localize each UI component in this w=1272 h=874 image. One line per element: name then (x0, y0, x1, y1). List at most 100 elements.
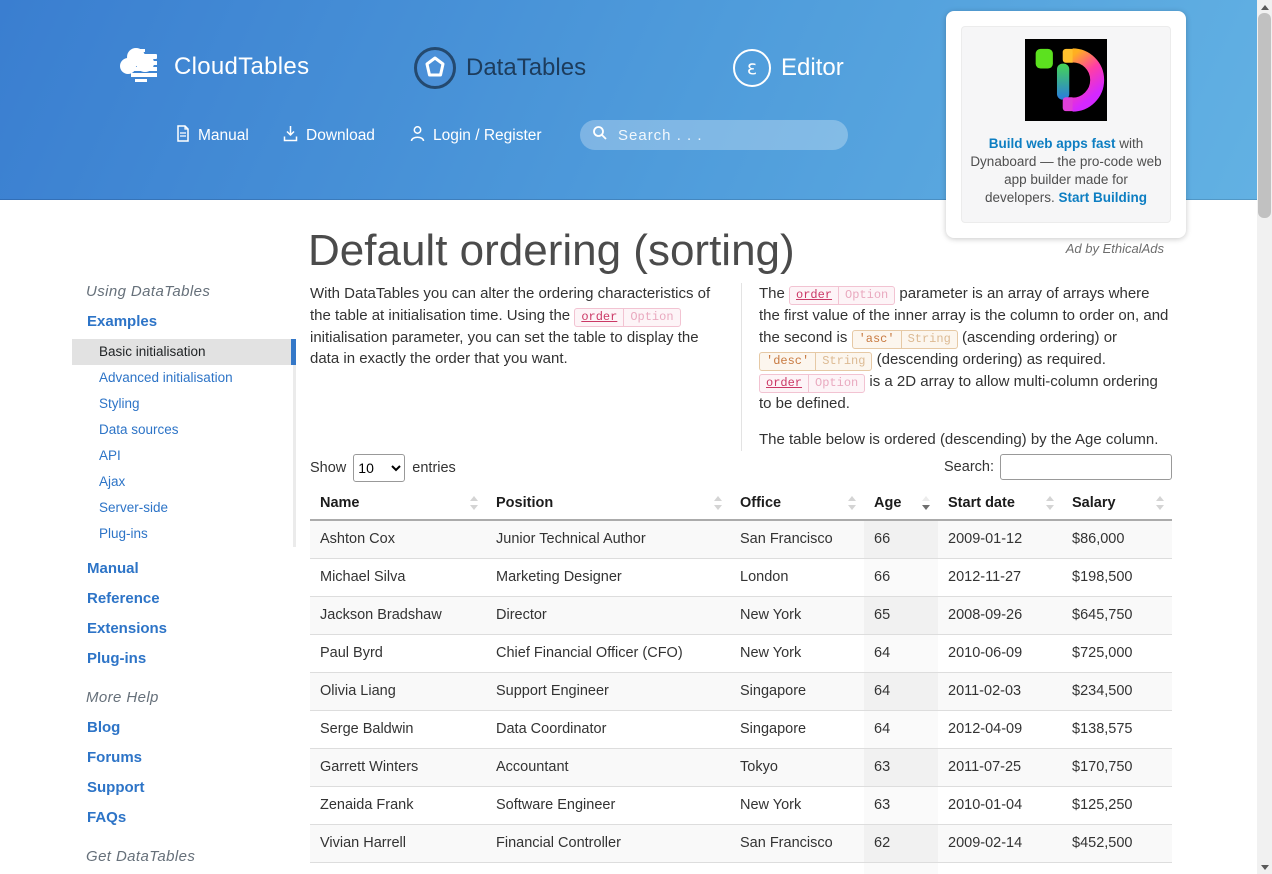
table-cell: $86,000 (1062, 520, 1172, 558)
sidebar-subitem-data-sources[interactable]: Data sources (72, 417, 293, 443)
table-cell: Tokyo (730, 748, 864, 786)
search-icon (592, 125, 608, 146)
page-length-control: Show 10 entries (310, 454, 456, 482)
nav-manual[interactable]: Manual (176, 125, 249, 147)
code-reference-tag[interactable]: orderOption (759, 374, 865, 393)
table-row: Ashton CoxJunior Technical AuthorSan Fra… (310, 520, 1172, 558)
sidebar-item-forums[interactable]: Forums (87, 749, 296, 766)
sort-icon (1046, 496, 1054, 510)
code-reference-tag[interactable]: 'asc'String (852, 330, 958, 349)
nav-login-register[interactable]: Login / Register (410, 125, 542, 147)
page: CloudTables DataTables ε Editor (0, 0, 1272, 874)
ad-text: Build web apps fast with Dynaboard — the… (968, 135, 1164, 207)
column-header-start-date[interactable]: Start date (938, 487, 1062, 520)
sidebar-subitem-advanced-initialisation[interactable]: Advanced initialisation (72, 365, 293, 391)
table-cell: Michael Silva (310, 558, 486, 596)
sidebar-item-support[interactable]: Support (87, 779, 296, 796)
sidebar-subitem-label: Data sources (99, 422, 179, 437)
sort-icon (848, 496, 856, 510)
sidebar-subitem-api[interactable]: API (72, 443, 293, 469)
sidebar-subitem-label: Server-side (99, 500, 168, 515)
ad-card[interactable]: Build web apps fast with Dynaboard — the… (946, 11, 1186, 238)
table-search-input[interactable] (1000, 454, 1172, 480)
sidebar-item-examples[interactable]: Examples (87, 313, 296, 330)
datatables-logo[interactable]: DataTables (414, 47, 586, 89)
page-title: Default ordering (sorting) (308, 226, 795, 276)
sidebar-subitem-label: API (99, 448, 121, 463)
sidebar-subitem-plug-ins[interactable]: Plug-ins (72, 521, 293, 547)
table-cell: $198,500 (1062, 558, 1172, 596)
page-scrollbar[interactable] (1257, 0, 1272, 874)
sidebar-item-reference[interactable]: Reference (87, 590, 296, 607)
sidebar-subitem-ajax[interactable]: Ajax (72, 469, 293, 495)
scrollbar-down-arrow-icon[interactable] (1257, 860, 1272, 874)
editor-label: Editor (781, 54, 844, 82)
ad-secondary-link[interactable]: Start Building (1059, 190, 1148, 205)
code-reference-tag[interactable]: orderOption (789, 286, 895, 305)
table-cell (730, 862, 864, 874)
editor-logo[interactable]: ε Editor (733, 49, 844, 87)
sidebar-item-extensions[interactable]: Extensions (87, 620, 296, 637)
table-cell: New York (730, 634, 864, 672)
nav-download[interactable]: Download (283, 125, 375, 147)
table-row: Jackson BradshawDirectorNew York652008-0… (310, 596, 1172, 634)
table-row: Michael SilvaMarketing DesignerLondon662… (310, 558, 1172, 596)
sidebar-sublist: Basic initialisation Advanced initialisat… (72, 339, 296, 547)
table-cell: 2010-01-04 (938, 786, 1062, 824)
header-search-input[interactable] (616, 126, 816, 145)
sidebar-subitem-server-side[interactable]: Server-side (72, 495, 293, 521)
code-reference-tag[interactable]: 'desc'String (759, 352, 872, 371)
table-cell: 2012-11-27 (938, 558, 1062, 596)
table-row: Paul ByrdChief Financial Officer (CFO)Ne… (310, 634, 1172, 672)
column-header-name[interactable]: Name (310, 487, 486, 520)
scrollbar-thumb[interactable] (1258, 13, 1271, 218)
code-reference-tag[interactable]: orderOption (574, 308, 680, 327)
table-row: Olivia LiangSupport EngineerSingapore642… (310, 672, 1172, 710)
code-tag-type: Option (809, 375, 864, 392)
sidebar-item-plug-ins[interactable]: Plug-ins (87, 650, 296, 667)
sidebar-item-faqs[interactable]: FAQs (87, 809, 296, 826)
datatables-label: DataTables (466, 54, 586, 82)
table-cell: 66 (864, 520, 938, 558)
column-header-age[interactable]: Age (864, 487, 938, 520)
table-cell: 64 (864, 672, 938, 710)
table-row: Zenaida FrankSoftware EngineerNew York63… (310, 786, 1172, 824)
sidebar-subitem-styling[interactable]: Styling (72, 391, 293, 417)
table-cell (310, 862, 486, 874)
sidebar-subitem-label: Advanced initialisation (99, 370, 233, 385)
column-header-salary[interactable]: Salary (1062, 487, 1172, 520)
table-cell: $234,500 (1062, 672, 1172, 710)
page-length-select[interactable]: 10 (353, 454, 405, 482)
table-cell: 66 (864, 558, 938, 596)
ad-primary-link[interactable]: Build web apps fast (989, 136, 1116, 151)
table-cell: Garrett Winters (310, 748, 486, 786)
table-cell: Olivia Liang (310, 672, 486, 710)
column-header-label: Position (496, 495, 553, 511)
intro-right-column: The orderOption parameter is an array of… (741, 283, 1172, 451)
header-search[interactable] (580, 120, 848, 150)
sort-icon (714, 496, 722, 510)
employees-table: Name Position Office Age Start dateSalary As… (310, 487, 1172, 874)
sidebar-subitem-label: Ajax (99, 474, 125, 489)
table-cell: New York (730, 596, 864, 634)
sidebar-item-manual[interactable]: Manual (87, 560, 296, 577)
table-cell: San Francisco (730, 824, 864, 862)
dynaboard-logo-icon (1025, 39, 1107, 121)
paragraph-text: The (759, 285, 789, 302)
table-cell: London (730, 558, 864, 596)
table-cell: 64 (864, 634, 938, 672)
table-cell: Serge Baldwin (310, 710, 486, 748)
column-header-office[interactable]: Office (730, 487, 864, 520)
table-cell: Paul Byrd (310, 634, 486, 672)
sidebar-item-blog[interactable]: Blog (87, 719, 296, 736)
sidebar-subitem-basic-initialisation[interactable]: Basic initialisation (72, 339, 293, 365)
table-cell: 2009-01-12 (938, 520, 1062, 558)
column-header-label: Age (874, 495, 901, 511)
sort-icon (1156, 496, 1164, 510)
table-row (310, 862, 1172, 874)
table-cell: Marketing Designer (486, 558, 730, 596)
cloudtables-logo[interactable]: CloudTables (118, 44, 309, 89)
column-header-position[interactable]: Position (486, 487, 730, 520)
scrollbar-up-arrow-icon[interactable] (1257, 0, 1272, 14)
ad-inner: Build web apps fast with Dynaboard — the… (961, 26, 1171, 223)
